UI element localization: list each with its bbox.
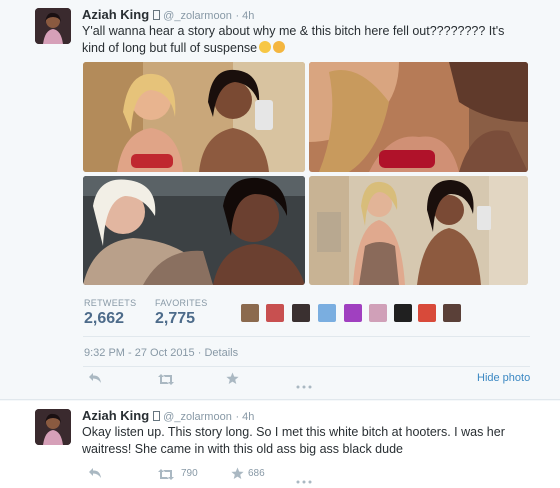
retweet-icon[interactable] [158, 373, 174, 385]
tweet-expanded: Aziah King @_zolarmoon · 4h Y'all wanna h… [0, 0, 560, 400]
retweets-count[interactable]: 2,662 [84, 310, 124, 328]
tweet-photo-4[interactable] [309, 176, 528, 285]
tweet-text-container: Y'all wanna hear a story about why me & … [82, 23, 522, 57]
tweet-header: Aziah King @_zolarmoon · 4h [82, 408, 254, 423]
stats-divider [83, 336, 530, 337]
favoriter-avatar[interactable] [394, 304, 412, 322]
unknown-glyph-icon [153, 411, 161, 421]
timestamp-divider [83, 366, 530, 367]
retweet-count: 790 [181, 468, 198, 479]
favoriter-avatar[interactable] [418, 304, 436, 322]
favoriter-avatar[interactable] [292, 304, 310, 322]
crying-emoji-icon [273, 41, 286, 53]
tweet-timestamp-line: 9:32 PM - 27 Oct 2015 · Details [84, 347, 239, 359]
reply-icon[interactable] [88, 372, 102, 384]
author-avatar[interactable] [35, 8, 71, 44]
more-icon[interactable] [296, 377, 312, 389]
tweet-text: Okay listen up. This story long. So I me… [82, 425, 505, 456]
author-name[interactable]: Aziah King [82, 408, 149, 423]
tweet-text: Y'all wanna hear a story about why me & … [82, 24, 505, 55]
tweet-time[interactable]: · 4h [235, 10, 254, 22]
tweet-time[interactable]: · 4h [235, 411, 254, 423]
favorites-label: FAVORITES [155, 298, 208, 308]
favoriter-avatar[interactable] [241, 304, 259, 322]
favoriter-avatar[interactable] [318, 304, 336, 322]
tweet-reply[interactable]: Aziah King @_zolarmoon · 4h Okay listen u… [0, 401, 560, 488]
reply-icon[interactable] [88, 467, 102, 479]
author-avatar[interactable] [35, 409, 71, 445]
star-icon[interactable] [226, 372, 239, 385]
hide-photo-link[interactable]: Hide photo [477, 372, 530, 384]
author-handle[interactable]: @_zolarmoon [163, 411, 232, 423]
favoriter-avatar[interactable] [369, 304, 387, 322]
star-icon[interactable] [231, 467, 244, 480]
favoriter-avatar[interactable] [266, 304, 284, 322]
favorite-count: 686 [248, 468, 265, 479]
tweet-timestamp[interactable]: 9:32 PM - 27 Oct 2015 [84, 347, 195, 359]
details-link[interactable]: Details [204, 347, 238, 359]
favoriter-avatar[interactable] [344, 304, 362, 322]
author-handle[interactable]: @_zolarmoon [163, 10, 232, 22]
more-icon[interactable] [296, 472, 312, 484]
retweet-icon[interactable] [158, 468, 174, 480]
unknown-glyph-icon [153, 10, 161, 20]
tweet-photo-3[interactable] [83, 176, 305, 285]
favoriter-avatar[interactable] [443, 304, 461, 322]
favorites-count[interactable]: 2,775 [155, 310, 195, 328]
tweet-header: Aziah King @_zolarmoon · 4h [82, 7, 254, 22]
retweets-label: RETWEETS [84, 298, 137, 308]
author-name[interactable]: Aziah King [82, 7, 149, 22]
laughing-emoji-icon [259, 41, 272, 53]
tweet-photo-1[interactable] [83, 62, 305, 172]
tweet-photo-2[interactable] [309, 62, 528, 172]
